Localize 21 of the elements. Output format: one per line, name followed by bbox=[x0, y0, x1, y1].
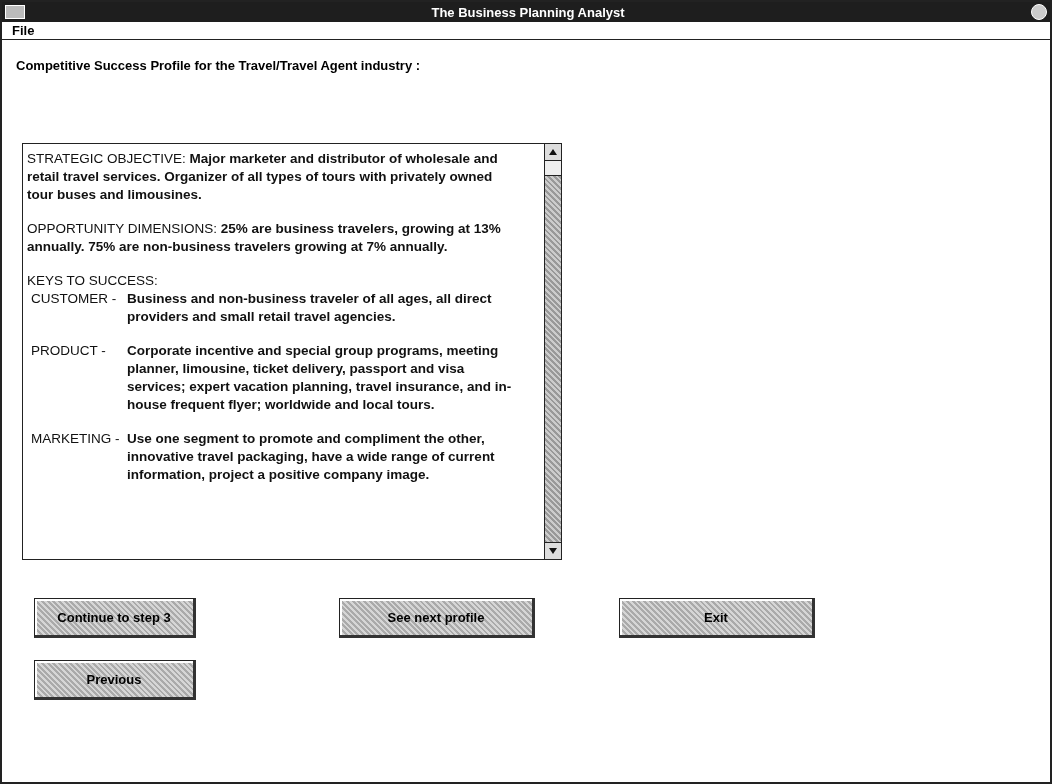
profile-heading: Competitive Success Profile for the Travel/Travel Agent industry : bbox=[16, 58, 422, 73]
profile-paragraph: STRATEGIC OBJECTIVE: Major marketer and distributor of wholesale and retail travel services. Organizer of all types of tours with privately owned tour buses and limousines. bbox=[27, 150, 499, 204]
entry-label: CUSTOMER - bbox=[31, 290, 118, 308]
scroll-thumb[interactable] bbox=[545, 161, 561, 176]
scroll-up-icon[interactable] bbox=[545, 144, 561, 161]
entry-text: Corporate incentive and special group programs, meeting planner, limousine, ticket delivery, passport and visa services; expert vacation planning, travel insurance, and in-house frequent flyer; worldwide and local tours. bbox=[127, 342, 513, 414]
window-button-icon[interactable] bbox=[1031, 4, 1047, 20]
scroll-down-icon[interactable] bbox=[545, 542, 561, 559]
scrollbar[interactable] bbox=[544, 144, 561, 559]
entry-text: Use one segment to promote and compliment the other, innovative travel packaging, have a wide range of current information, project a positive company image. bbox=[127, 430, 496, 484]
action-button[interactable]: See next profile bbox=[339, 598, 535, 638]
entry-text: Business and non-business traveler of all ages, all direct providers and small retail travel agencies. bbox=[127, 290, 493, 326]
action-button[interactable]: Exit bbox=[619, 598, 815, 638]
entry-label: PRODUCT - bbox=[31, 342, 107, 360]
action-button[interactable]: Previous bbox=[34, 660, 196, 700]
section-heading: KEYS TO SUCCESS: bbox=[27, 272, 159, 290]
profile-paragraph: OPPORTUNITY DIMENSIONS: 25% are business travelers, growing at 13% annually. 75% are non-business travelers growing at 7% annually. bbox=[27, 220, 502, 256]
action-button[interactable]: Continue to step 3 bbox=[34, 598, 196, 638]
menu-item[interactable]: File bbox=[8, 23, 39, 38]
window-title: The Business Planning Analyst bbox=[430, 4, 626, 20]
entry-label: MARKETING - bbox=[31, 430, 121, 448]
